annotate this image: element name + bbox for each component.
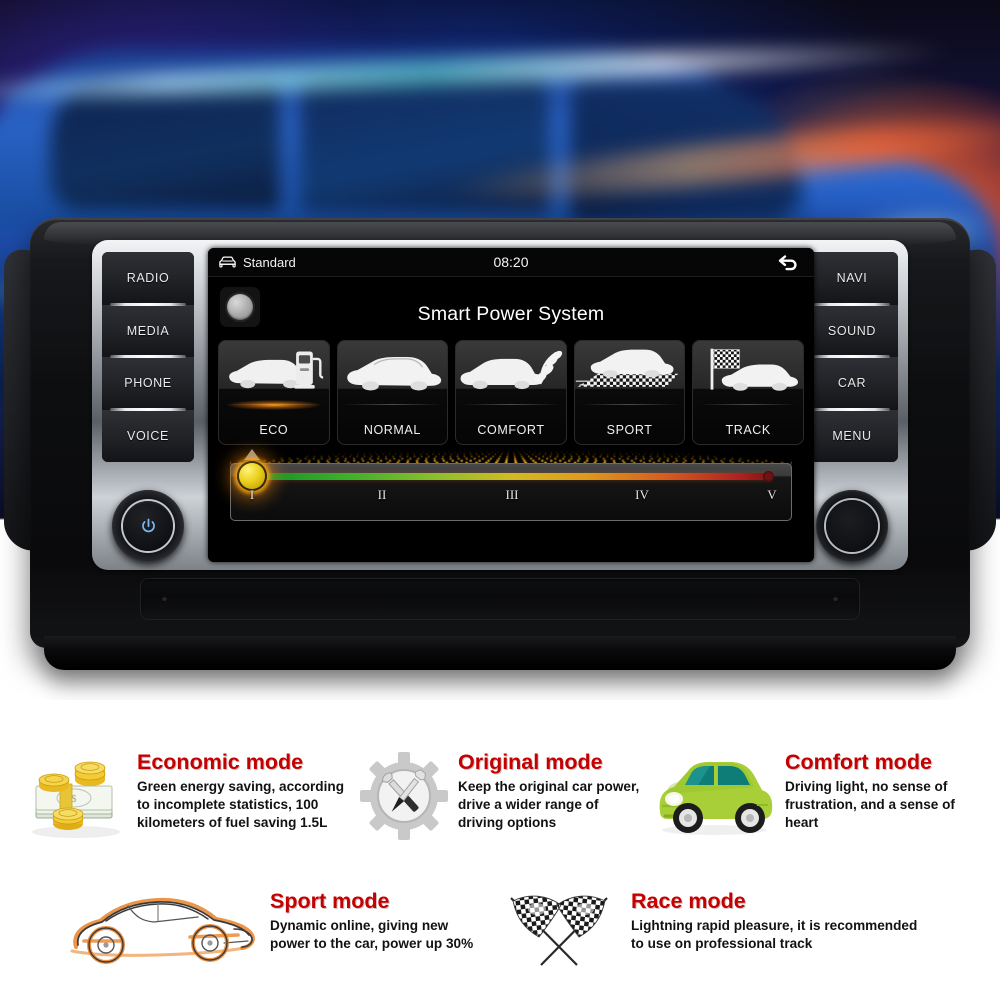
sports-car-sketch-icon [62, 885, 262, 973]
info-card-body: Keep the original car power, drive a wid… [458, 779, 640, 831]
hard-button-label: PHONE [124, 376, 172, 391]
mode-tile-label: SPORT [606, 423, 653, 437]
head-unit-base [44, 636, 956, 670]
green-car-icon [652, 750, 777, 842]
page-title: Smart Power System [417, 303, 605, 325]
mode-tile-normal[interactable]: NORMAL [336, 340, 449, 445]
car-speed-icon [574, 344, 686, 398]
power-level-slider[interactable]: I II III IV V [230, 449, 792, 521]
mode-tile-label: COMFORT [477, 423, 545, 437]
hard-button-navi[interactable]: NAVI [806, 252, 898, 305]
hard-button-label: NAVI [836, 271, 868, 286]
hard-button-car[interactable]: CAR [806, 355, 898, 410]
hard-button-menu[interactable]: MENU [806, 407, 898, 462]
slider-tick-4: IV [635, 487, 649, 502]
car-head-unit: RADIO MEDIA PHONE VOICE NAVI SOUND CAR MENU St… [4, 218, 996, 670]
info-card-original: Original mode Keep the original car powe… [358, 750, 650, 842]
info-card-comfort: Comfort mode Driving light, no sense of … [652, 750, 982, 842]
hard-button-label: VOICE [127, 428, 169, 443]
slider-tick-labels: I II III IV V [249, 487, 777, 507]
info-panel: $ Economic mode Green energy saving, acc… [0, 700, 1000, 1000]
mode-tile-comfort[interactable]: COMFORT [455, 340, 567, 445]
left-button-column: RADIO MEDIA PHONE VOICE [102, 252, 194, 462]
slider-track[interactable] [252, 473, 772, 480]
tune-knob[interactable] [816, 490, 888, 562]
info-card-body: Driving light, no sense of frustration, … [785, 779, 955, 831]
drive-mode-tiles: ECO NORMAL COMFORT SPORT TRACK [218, 340, 804, 445]
info-card-body: Green energy saving, according to incomp… [137, 779, 344, 831]
hard-button-label: MEDIA [126, 323, 170, 338]
mode-tile-track[interactable]: TRACK [692, 340, 804, 445]
car-fuel-pump-icon [218, 344, 330, 398]
power-knob[interactable] [112, 490, 184, 562]
right-button-column: NAVI SOUND CAR MENU [806, 252, 898, 462]
tile-active-glow [226, 400, 321, 410]
mode-tile-eco[interactable]: ECO [218, 340, 330, 445]
hard-button-media[interactable]: MEDIA [102, 302, 194, 357]
touchscreen-display[interactable]: Standard 08:20 Smart Power System ECO NO… [208, 248, 814, 562]
checkered-flags-icon [495, 885, 623, 973]
car-flag-icon [692, 344, 804, 398]
mode-tile-label: NORMAL [363, 423, 421, 437]
hard-button-voice[interactable]: VOICE [102, 407, 194, 462]
mode-tile-label: ECO [259, 423, 289, 437]
hard-button-radio[interactable]: RADIO [102, 252, 194, 305]
hard-button-label: RADIO [126, 271, 170, 286]
hard-button-label: MENU [832, 428, 872, 443]
slider-tick-2: II [377, 487, 387, 502]
info-card-title: Original mode [458, 750, 603, 774]
hard-button-label: CAR [837, 376, 867, 391]
screen-content: Smart Power System ECO NORMAL COMFORT SP… [208, 277, 814, 562]
info-card-title: Race mode [631, 889, 746, 913]
info-card-economic: $ Economic mode Green energy saving, acc… [24, 750, 354, 842]
money-cash-coins-icon: $ [24, 750, 129, 842]
screenshot-root: RADIO MEDIA PHONE VOICE NAVI SOUND CAR MENU St… [0, 0, 1000, 1000]
info-card-body: Lightning rapid pleasure, it is recommen… [631, 918, 918, 952]
info-card-title: Sport mode [270, 889, 390, 913]
info-card-body: Dynamic online, giving new power to the … [270, 918, 474, 952]
slider-track-end-cap [763, 471, 774, 482]
hard-button-phone[interactable]: PHONE [102, 355, 194, 410]
status-bar: Standard 08:20 [208, 248, 814, 277]
car-leaf-icon [455, 344, 567, 398]
slider-position-marker [244, 449, 260, 460]
back-arrow-icon[interactable] [776, 252, 802, 273]
slider-tick-3: III [505, 487, 519, 502]
mode-tile-sport[interactable]: SPORT [573, 340, 686, 445]
slider-tick-1: I [249, 487, 255, 502]
info-card-race: Race mode Lightning rapid pleasure, it i… [495, 885, 965, 973]
info-card-title: Comfort mode [785, 750, 932, 774]
car-icon [337, 344, 449, 398]
mode-tile-label: TRACK [725, 423, 771, 437]
info-card-title: Economic mode [137, 750, 304, 774]
info-card-sport: Sport mode Dynamic online, giving new po… [62, 885, 482, 973]
disc-slot[interactable] [140, 578, 860, 620]
power-icon [141, 518, 155, 532]
gear-tools-icon [358, 750, 450, 842]
slider-tick-5: V [767, 487, 777, 502]
status-clock: 08:20 [493, 254, 529, 270]
hard-button-label: SOUND [827, 323, 877, 338]
hard-button-sound[interactable]: SOUND [806, 302, 898, 357]
